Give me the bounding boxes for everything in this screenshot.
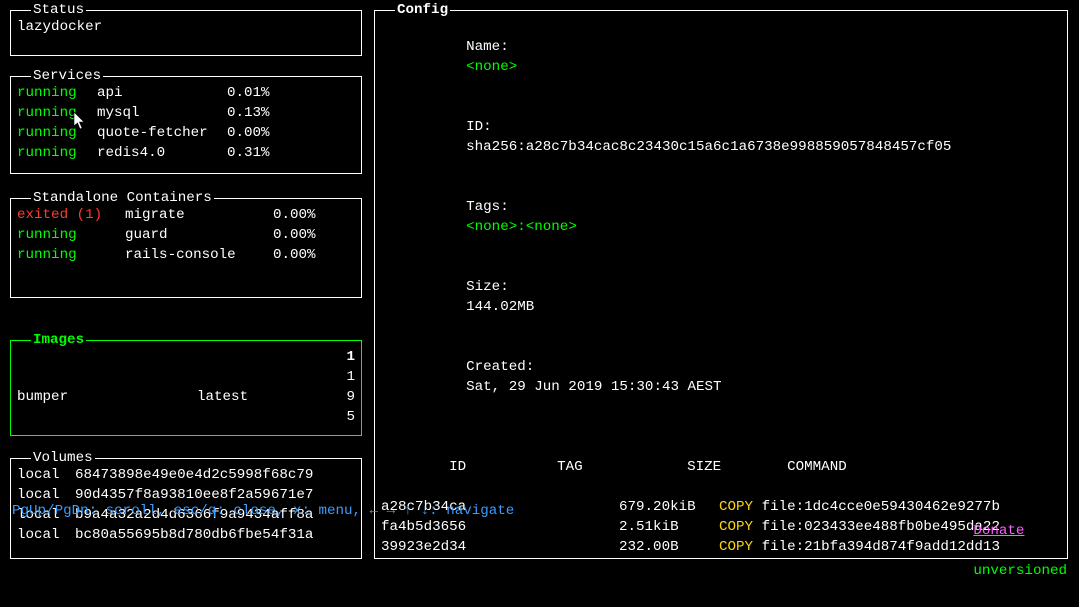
image-tag: latest	[197, 387, 248, 407]
col-size: SIZE	[687, 457, 787, 477]
config-name-label: Name:	[466, 37, 556, 57]
image-count: 9	[346, 387, 355, 407]
config-tags-row: Tags: <none>:<none>	[381, 177, 1061, 257]
volume-row[interactable]: local68473898e49e0e4d2c5998f68c79	[17, 465, 355, 485]
footer-help: PgUp/PgDn: scroll, esc/q: close, x: menu…	[12, 501, 514, 601]
config-name-value: <none>	[466, 59, 517, 75]
version-label: unversioned	[973, 563, 1067, 579]
image-count: 1	[346, 347, 355, 367]
service-row[interactable]: runningquote-fetcher0.00%	[17, 123, 355, 143]
service-cpu: 0.01%	[227, 83, 270, 103]
config-id-row: ID: sha256:a28c7b34cac8c23430c15a6c1a673…	[381, 97, 1061, 177]
service-row[interactable]: runningmysql0.13%	[17, 103, 355, 123]
volume-driver: local	[17, 465, 75, 485]
container-row[interactable]: runningguard0.00%	[17, 225, 355, 245]
container-state: running	[17, 245, 125, 265]
config-id-label: ID:	[466, 117, 556, 137]
service-state: running	[17, 143, 97, 163]
status-panel[interactable]: Status lazydocker	[10, 10, 362, 56]
image-row[interactable]: bumper latest 9	[17, 387, 355, 407]
config-created-row: Created: Sat, 29 Jun 2019 15:30:43 AEST	[381, 337, 1061, 417]
container-name: rails-console	[125, 245, 273, 265]
config-size-label: Size:	[466, 277, 556, 297]
col-tag: TAG	[557, 457, 687, 477]
image-row[interactable]: 1	[17, 367, 355, 387]
config-created-value: Sat, 29 Jun 2019 15:30:43 AEST	[466, 379, 721, 395]
service-name: mysql	[97, 103, 227, 123]
container-name: migrate	[125, 205, 273, 225]
service-state: running	[17, 123, 97, 143]
service-row[interactable]: runningapi0.01%	[17, 83, 355, 103]
layers-header: IDTAGSIZECOMMAND	[381, 437, 1061, 497]
config-size-value: 144.02MB	[466, 299, 534, 315]
service-state: running	[17, 83, 97, 103]
service-cpu: 0.13%	[227, 103, 270, 123]
service-name: api	[97, 83, 227, 103]
image-count: 5	[346, 407, 355, 427]
config-tags-b: <none>	[526, 219, 577, 235]
project-name: lazydocker	[17, 17, 355, 37]
services-panel[interactable]: Services runningapi0.01%runningmysql0.13…	[10, 76, 362, 174]
container-state: running	[17, 225, 125, 245]
container-cpu: 0.00%	[273, 205, 316, 225]
image-count: 1	[346, 367, 355, 387]
config-panel[interactable]: Config Name: <none> ID: sha256:a28c7b34c…	[374, 10, 1068, 559]
donate-link[interactable]: Donate	[973, 523, 1024, 539]
container-row[interactable]: runningrails-console0.00%	[17, 245, 355, 265]
config-id-value: sha256:a28c7b34cac8c23430c15a6c1a6738e99…	[466, 139, 951, 155]
service-row[interactable]: runningredis4.00.31%	[17, 143, 355, 163]
col-command: COMMAND	[787, 459, 847, 475]
service-name: quote-fetcher	[97, 123, 227, 143]
service-state: running	[17, 103, 97, 123]
container-cpu: 0.00%	[273, 225, 316, 245]
images-panel[interactable]: Images 11bumperlatest95	[10, 340, 362, 436]
container-state: exited (1)	[17, 205, 125, 225]
volume-id: 68473898e49e0e4d2c5998f68c79	[75, 465, 313, 485]
config-created-label: Created:	[466, 357, 556, 377]
service-cpu: 0.00%	[227, 123, 270, 143]
service-cpu: 0.31%	[227, 143, 270, 163]
config-size-row: Size: 144.02MB	[381, 257, 1061, 337]
container-cpu: 0.00%	[273, 245, 316, 265]
container-name: guard	[125, 225, 273, 245]
image-row[interactable]: 5	[17, 407, 355, 427]
footer-bar: PgUp/PgDn: scroll, esc/q: close, x: menu…	[12, 501, 1067, 601]
config-tags-label: Tags:	[466, 197, 556, 217]
config-tags-a: <none>	[466, 219, 517, 235]
image-name: bumper	[17, 387, 68, 407]
col-id: ID	[449, 457, 557, 477]
standalone-panel[interactable]: Standalone Containers exited (1)migrate0…	[10, 198, 362, 298]
service-name: redis4.0	[97, 143, 227, 163]
config-name-row: Name: <none>	[381, 17, 1061, 97]
container-row[interactable]: exited (1)migrate0.00%	[17, 205, 355, 225]
image-row[interactable]: 1	[17, 347, 355, 367]
